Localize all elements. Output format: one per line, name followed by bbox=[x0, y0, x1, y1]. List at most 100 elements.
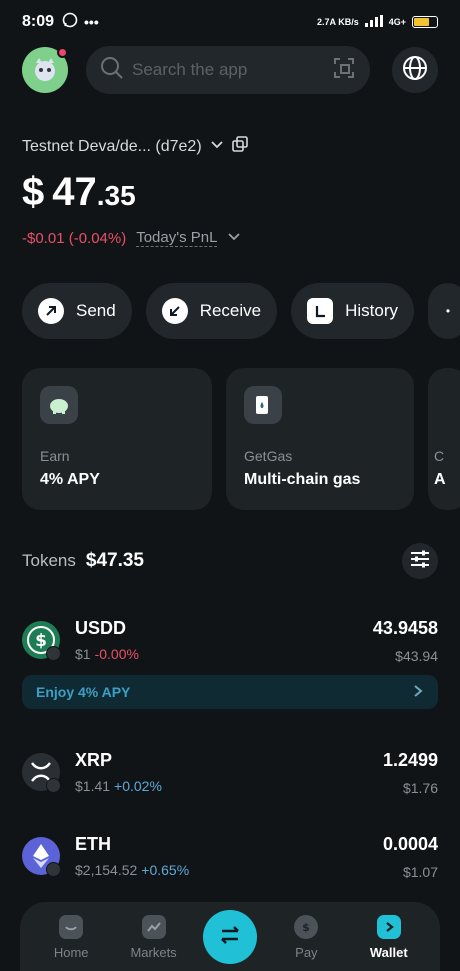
account-selector[interactable]: Testnet Deva/de... (d7e2) bbox=[22, 136, 248, 157]
receive-icon bbox=[161, 298, 188, 324]
pnl-value: -$0.01 (-0.04%) bbox=[22, 229, 127, 247]
sliders-icon bbox=[410, 550, 430, 573]
token-row-usdd[interactable]: $ USDD $1 -0.00% 43.9458 $43.94 bbox=[22, 618, 438, 668]
avatar[interactable] bbox=[22, 47, 68, 93]
tab-pay-label: Pay bbox=[295, 944, 318, 960]
token-price: $1 bbox=[75, 646, 91, 662]
chain-badge-icon bbox=[46, 778, 61, 793]
receive-button[interactable]: Receive bbox=[145, 283, 278, 339]
tab-wallet-label: Wallet bbox=[369, 944, 408, 960]
promo-label: Enjoy 4% APY bbox=[36, 684, 131, 700]
action-row: Send Receive History • bbox=[22, 283, 460, 339]
token-value: $43.94 bbox=[395, 648, 438, 664]
getgas-card-value: Multi-chain gas bbox=[244, 471, 361, 488]
swap-button[interactable] bbox=[202, 910, 257, 964]
balance-currency: $ bbox=[22, 170, 45, 214]
chevron-down-icon bbox=[210, 137, 224, 156]
filter-button[interactable] bbox=[402, 543, 438, 579]
more-dots-icon: ••• bbox=[84, 14, 99, 30]
top-bar: Search the app bbox=[22, 46, 438, 94]
svg-text:$: $ bbox=[303, 921, 311, 934]
token-symbol: ETH bbox=[75, 834, 111, 854]
token-value: $1.07 bbox=[402, 864, 438, 880]
token-change: +0.02% bbox=[114, 778, 162, 794]
battery-icon bbox=[412, 16, 438, 28]
search-icon bbox=[100, 56, 124, 85]
home-icon bbox=[59, 914, 84, 939]
balance-integer: 47 bbox=[52, 170, 97, 214]
bottom-tab-bar: Home Markets $ Pay Wallet bbox=[20, 902, 440, 971]
chevron-right-icon bbox=[412, 684, 424, 701]
tab-wallet[interactable]: Wallet bbox=[356, 914, 422, 960]
send-label: Send bbox=[76, 301, 116, 320]
tab-markets-label: Markets bbox=[130, 944, 177, 960]
total-balance: $ 47 .35 bbox=[22, 170, 136, 215]
tokens-total: $47.35 bbox=[85, 550, 144, 571]
token-change: +0.65% bbox=[141, 862, 190, 878]
token-price-row: $2,154.52 +0.65% bbox=[75, 862, 189, 878]
feature-cards: Earn 4% APY GetGas Multi-chain gas C A bbox=[22, 368, 460, 510]
token-change: -0.00% bbox=[94, 646, 139, 662]
piggy-bank-icon bbox=[40, 386, 78, 424]
earn-card-title: Earn bbox=[40, 448, 70, 464]
balance-decimal: .35 bbox=[96, 180, 136, 211]
status-bar: 8:09 ••• 2.7A KB/s 4G+ bbox=[0, 0, 460, 44]
signal-icon bbox=[364, 15, 383, 29]
token-quantity: 1.2499 bbox=[382, 750, 438, 770]
copy-icon[interactable] bbox=[231, 136, 248, 157]
receive-label: Receive bbox=[199, 301, 262, 320]
history-button[interactable]: History bbox=[291, 283, 415, 339]
token-price: $2,154.52 bbox=[75, 862, 138, 878]
account-name: Testnet Deva/de... (d7e2) bbox=[22, 137, 202, 155]
whatsapp-icon bbox=[62, 12, 78, 33]
token-symbol: USDD bbox=[75, 618, 127, 638]
history-icon bbox=[307, 298, 334, 324]
tab-home[interactable]: Home bbox=[38, 914, 104, 960]
getgas-card-title: GetGas bbox=[244, 448, 293, 464]
token-quantity: 0.0004 bbox=[382, 834, 438, 854]
status-time: 8:09 bbox=[22, 13, 55, 30]
gas-icon bbox=[244, 386, 282, 424]
more-icon: • bbox=[445, 304, 451, 318]
token-price: $1.41 bbox=[75, 778, 111, 794]
scan-icon[interactable] bbox=[332, 56, 356, 85]
markets-icon bbox=[141, 914, 166, 939]
tab-home-label: Home bbox=[53, 944, 89, 960]
earn-card-value: 4% APY bbox=[40, 471, 100, 488]
token-price-row: $1.41 +0.02% bbox=[75, 778, 162, 794]
partial-card-title: C bbox=[434, 448, 445, 464]
send-button[interactable]: Send bbox=[22, 283, 132, 339]
search-input[interactable]: Search the app bbox=[132, 60, 332, 80]
tab-markets[interactable]: Markets bbox=[121, 914, 187, 960]
svg-text:$: $ bbox=[35, 631, 47, 651]
pnl-label: Today's PnL bbox=[136, 229, 218, 247]
network-type: 4G+ bbox=[388, 17, 406, 27]
globe-icon bbox=[402, 55, 428, 86]
earn-card[interactable]: Earn 4% APY bbox=[22, 368, 212, 510]
tokens-header: Tokens $47.35 bbox=[22, 543, 438, 579]
getgas-card[interactable]: GetGas Multi-chain gas bbox=[226, 368, 414, 510]
history-label: History bbox=[345, 301, 399, 320]
wallet-icon bbox=[376, 914, 401, 939]
token-symbol: XRP bbox=[75, 750, 113, 770]
apy-promo-banner[interactable]: Enjoy 4% APY bbox=[22, 675, 438, 709]
token-row-eth[interactable]: ETH $2,154.52 +0.65% 0.0004 $1.07 bbox=[22, 834, 438, 884]
pnl-row[interactable]: -$0.01 (-0.04%) Today's PnL bbox=[22, 229, 241, 247]
partial-card[interactable]: C A bbox=[428, 368, 460, 510]
search-bar[interactable]: Search the app bbox=[86, 46, 370, 94]
more-actions-button[interactable]: • bbox=[428, 283, 460, 339]
swap-icon bbox=[218, 925, 242, 950]
tokens-label: Tokens bbox=[22, 551, 76, 570]
token-row-xrp[interactable]: XRP $1.41 +0.02% 1.2499 $1.76 bbox=[22, 750, 438, 800]
chevron-down-icon bbox=[227, 229, 241, 247]
tab-pay[interactable]: $ Pay bbox=[273, 914, 339, 960]
partial-card-value: A bbox=[434, 471, 446, 488]
notification-dot bbox=[57, 47, 68, 58]
token-price-row: $1 -0.00% bbox=[75, 646, 139, 662]
language-button[interactable] bbox=[392, 47, 438, 93]
send-icon bbox=[38, 298, 64, 324]
net-speed: 2.7A KB/s bbox=[317, 17, 359, 27]
token-value: $1.76 bbox=[402, 780, 438, 796]
pay-icon: $ bbox=[294, 914, 319, 939]
chain-badge-icon bbox=[46, 862, 61, 877]
